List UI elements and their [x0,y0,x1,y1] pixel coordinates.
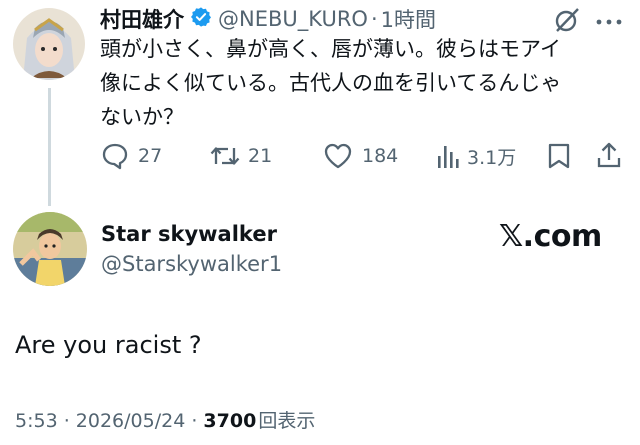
tweet-text-line-2: 像によく似ている。古代人の血を引いてるんじゃ [100,71,562,95]
bookmark-icon[interactable] [547,142,571,174]
views-count: 3.1万 [467,146,517,169]
reply-timestamp[interactable]: 5:53 · 2026/05/24 · [15,410,203,432]
retweet-action[interactable]: 21 [210,142,272,170]
header-separator: · [370,7,378,31]
original-tweet-text: 頭が小さく、鼻が高く、唇が薄い。彼らはモアイ 像によく似ている。古代人の血を引い… [100,32,630,134]
reply-count: 27 [138,145,163,167]
tweet-text-line-3: ないか？ [100,105,184,129]
reply-view-count: 3700 [203,410,257,432]
tweet-text-line-1: 頭が小さく、鼻が高く、唇が薄い。彼らはモアイ [100,37,561,61]
reply-icon [101,142,129,170]
original-avatar-image [13,8,85,80]
retweet-count: 21 [248,145,273,167]
retweet-icon [210,142,240,170]
verified-badge-icon [190,6,212,32]
reply-handle[interactable]: @Starskywalker1 [101,252,282,276]
more-icon[interactable] [596,12,622,31]
original-header: 村田雄介 @NEBU_KURO · 1時間 [100,4,436,34]
original-time[interactable]: 1時間 [381,4,436,34]
thread-line [48,88,51,206]
reply-action[interactable]: 27 [101,142,162,170]
reply-meta: 5:53 · 2026/05/24 · 3700 回表示 [15,406,315,433]
like-icon [323,142,353,170]
like-count: 184 [362,145,399,167]
share-icon[interactable] [596,141,622,173]
reply-view-suffix: 回表示 [258,410,316,432]
views-icon [436,142,460,170]
reply-tweet-text: Are you racist ? [15,331,202,359]
like-action[interactable]: 184 [323,142,398,170]
reply-display-name[interactable]: Star skywalker [101,222,277,246]
reply-avatar-image [13,212,87,286]
original-avatar[interactable] [13,8,85,80]
original-display-name[interactable]: 村田雄介 [100,4,184,34]
original-handle[interactable]: @NEBU_KURO [218,7,368,31]
views-action[interactable]: 3.1万 [436,142,516,170]
x-com-brand: 𝕏.com [499,219,602,254]
reply-avatar[interactable] [13,212,87,286]
